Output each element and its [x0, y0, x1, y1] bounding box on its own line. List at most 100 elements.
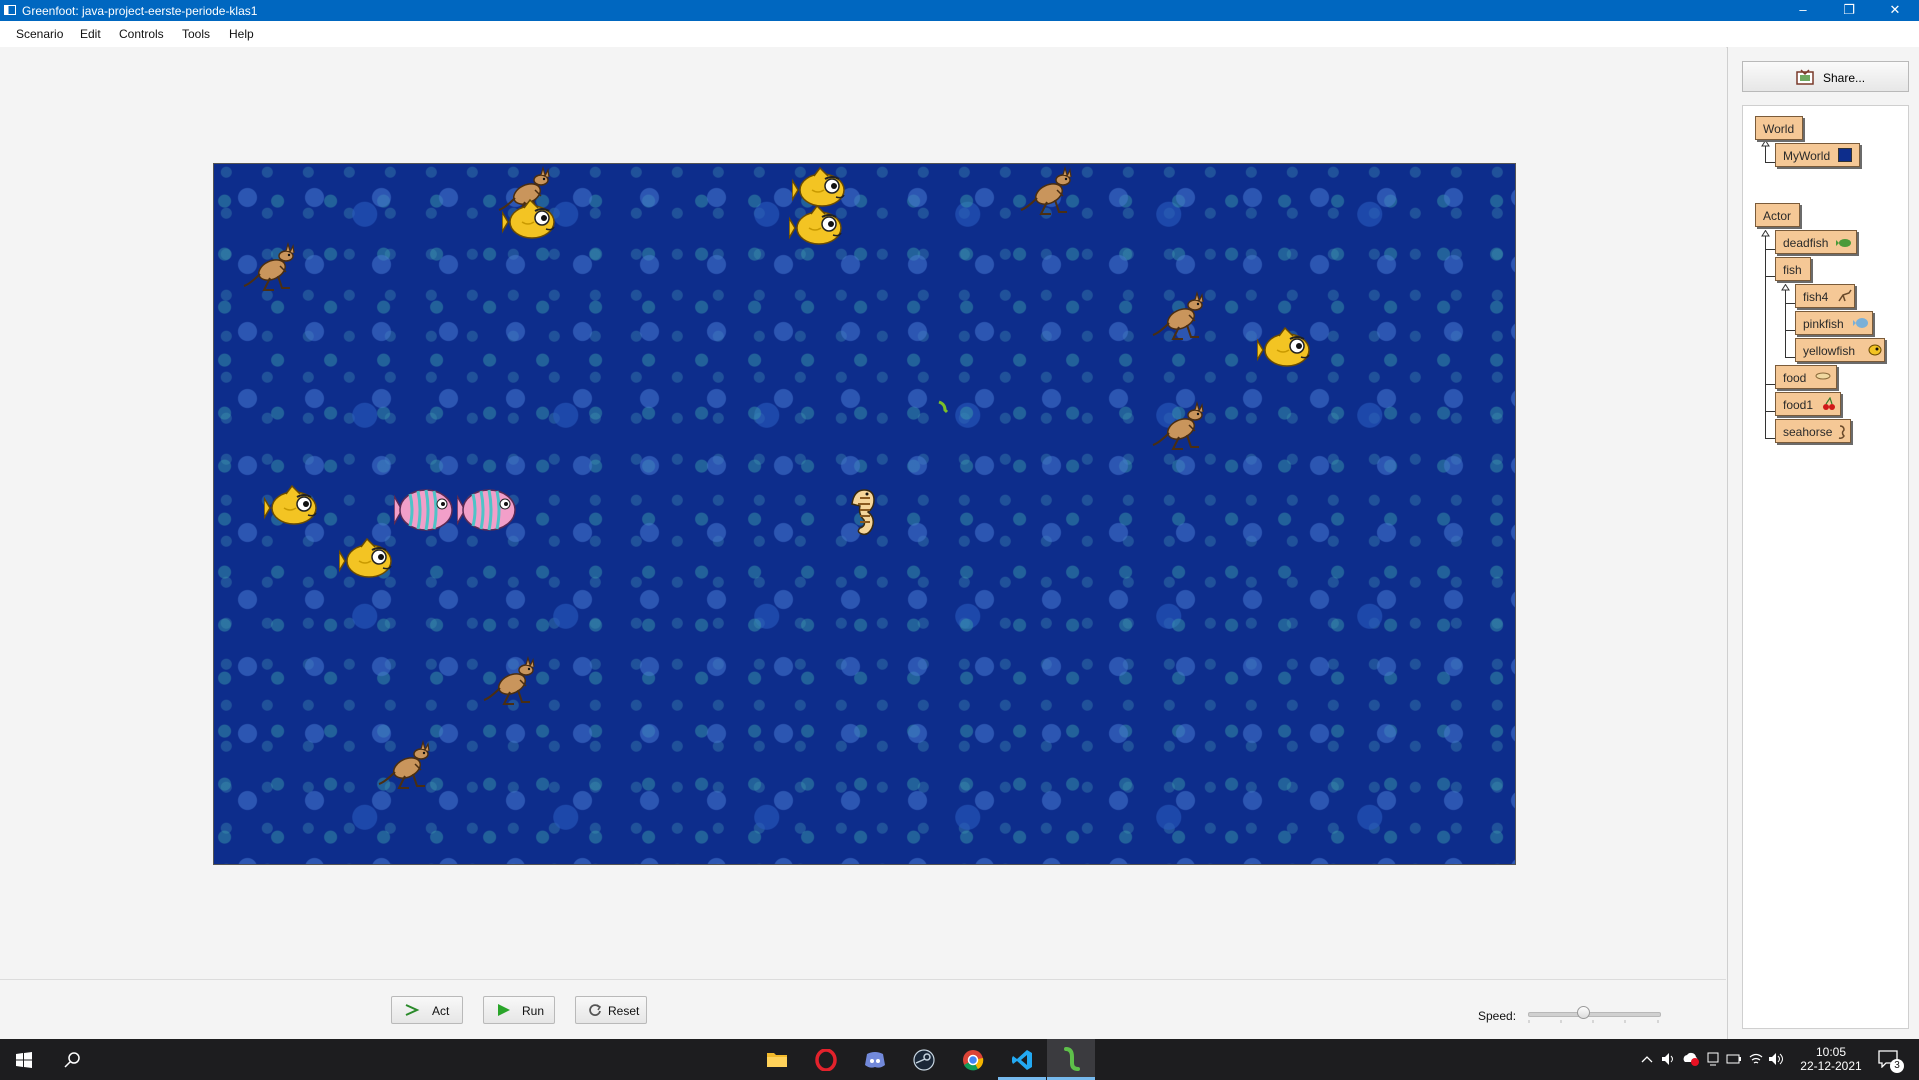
class-fish[interactable]: fish	[1775, 257, 1811, 281]
opera-button[interactable]	[802, 1039, 850, 1080]
menu-bar: Scenario Edit Controls Tools Help	[0, 21, 1919, 48]
food-actor[interactable]	[937, 400, 951, 414]
class-food[interactable]: food	[1775, 365, 1837, 389]
class-yellowfish-label: yellowfish	[1803, 344, 1856, 358]
tree-line	[1785, 330, 1795, 331]
file-explorer-button[interactable]	[753, 1039, 801, 1080]
inheritance-arrow-icon	[1761, 140, 1770, 147]
class-yellowfish[interactable]: yellowfish	[1795, 338, 1885, 362]
kangaroo-actor[interactable]	[377, 738, 433, 794]
kangaroo-actor[interactable]	[242, 240, 298, 296]
pinkfish-actor[interactable]	[394, 482, 458, 542]
tree-line	[1785, 303, 1795, 304]
clock-time: 10:05	[1815, 1045, 1847, 1059]
menu-scenario[interactable]: Scenario	[16, 27, 63, 41]
class-fish4-label: fish4	[1803, 290, 1829, 304]
kangaroo-actor[interactable]	[1151, 399, 1207, 455]
tree-line	[1765, 249, 1775, 250]
minimize-button[interactable]: –	[1780, 0, 1826, 21]
class-pinkfish[interactable]: pinkfish	[1795, 311, 1873, 335]
reset-button[interactable]: Reset	[575, 996, 647, 1024]
windows-start-icon	[16, 1052, 32, 1068]
kangaroo-actor[interactable]	[1019, 164, 1075, 220]
yellowfish-actor[interactable]	[339, 535, 395, 587]
class-myworld[interactable]: MyWorld	[1775, 143, 1860, 167]
class-diagram: World MyWorld Actor deadfish fish fish4 …	[1742, 105, 1909, 1029]
class-seahorse[interactable]: seahorse	[1775, 419, 1851, 443]
act-button[interactable]: Act	[391, 996, 463, 1024]
minimize-icon: –	[1799, 2, 1807, 17]
volume-icon[interactable]	[1661, 1052, 1677, 1066]
kangaroo-actor[interactable]	[482, 654, 538, 710]
pinkfish-actor[interactable]	[457, 482, 521, 542]
speed-slider-thumb[interactable]	[1577, 1006, 1590, 1019]
tree-line	[1765, 233, 1766, 439]
class-deadfish-label: deadfish	[1783, 236, 1829, 250]
speed-slider-ticks	[1528, 1020, 1659, 1023]
menu-tools[interactable]: Tools	[182, 27, 210, 41]
tree-line	[1765, 162, 1775, 163]
notification-button[interactable]: 3	[1874, 1047, 1904, 1073]
reset-label: Reset	[608, 1004, 640, 1018]
class-deadfish[interactable]: deadfish	[1775, 230, 1857, 254]
class-seahorse-label: seahorse	[1783, 425, 1833, 439]
vscode-icon	[1012, 1050, 1032, 1070]
search-icon	[64, 1052, 80, 1068]
chrome-icon	[963, 1050, 984, 1071]
kangaroo-actor[interactable]	[1151, 289, 1207, 345]
system-tray: 10:05 22-12-2021 3	[1636, 1039, 1919, 1080]
run-button[interactable]: Run	[483, 996, 555, 1024]
world-canvas[interactable]	[213, 163, 1516, 865]
clock[interactable]: 10:05 22-12-2021	[1796, 1045, 1866, 1073]
cherry-icon	[1823, 397, 1835, 410]
chrome-button[interactable]	[949, 1039, 997, 1080]
close-icon: ✕	[1889, 2, 1901, 17]
yellowfish-actor[interactable]	[264, 482, 320, 534]
taskbar: 10:05 22-12-2021 3	[0, 1039, 1919, 1080]
yellowfish-actor[interactable]	[789, 202, 845, 254]
opera-icon	[815, 1049, 837, 1071]
cloud-alert-icon[interactable]	[1682, 1051, 1700, 1067]
class-food1[interactable]: food1	[1775, 392, 1841, 416]
yellowfish-actor[interactable]	[1257, 324, 1313, 376]
vscode-button[interactable]	[998, 1039, 1046, 1080]
world-thumbnail-icon	[1838, 148, 1852, 162]
share-button[interactable]: Share...	[1742, 61, 1909, 92]
seahorse-actor[interactable]	[846, 484, 882, 548]
share-label: Share...	[1823, 71, 1866, 85]
greenfoot-button[interactable]	[1047, 1039, 1095, 1080]
chevron-up-icon[interactable]	[1641, 1055, 1653, 1063]
discord-button[interactable]	[851, 1039, 899, 1080]
menu-edit[interactable]: Edit	[80, 27, 101, 41]
menu-controls[interactable]: Controls	[119, 27, 164, 41]
restore-icon: ❐	[1843, 2, 1855, 17]
battery-icon[interactable]	[1726, 1053, 1742, 1065]
class-food-label: food	[1783, 371, 1807, 385]
speed-slider[interactable]	[1528, 1006, 1661, 1023]
search-button[interactable]	[48, 1039, 96, 1080]
class-actor[interactable]: Actor	[1755, 203, 1800, 227]
yellowfish-actor[interactable]	[502, 196, 558, 248]
kangaroo-icon	[1838, 289, 1852, 302]
device-icon[interactable]	[1706, 1051, 1720, 1067]
play-icon	[498, 1004, 510, 1016]
wifi-icon[interactable]	[1748, 1051, 1764, 1067]
food-icon	[1815, 372, 1831, 380]
tree-line	[1765, 411, 1775, 412]
greenfoot-icon	[1064, 1047, 1080, 1071]
class-world[interactable]: World	[1755, 116, 1803, 140]
pinkfish-icon	[1853, 318, 1868, 328]
speed-label: Speed:	[1478, 1009, 1517, 1023]
menu-help[interactable]: Help	[229, 27, 254, 41]
speaker-icon[interactable]	[1768, 1052, 1784, 1066]
close-button[interactable]: ✕	[1872, 0, 1918, 21]
start-button[interactable]	[0, 1039, 48, 1080]
act-icon	[405, 1004, 420, 1016]
restore-button[interactable]: ❐	[1826, 0, 1872, 21]
class-fish4[interactable]: fish4	[1795, 284, 1855, 308]
steam-button[interactable]	[900, 1039, 948, 1080]
tree-line	[1765, 276, 1775, 277]
inheritance-arrow-icon	[1781, 284, 1790, 291]
run-label: Run	[522, 1004, 545, 1018]
file-explorer-icon	[767, 1053, 787, 1067]
